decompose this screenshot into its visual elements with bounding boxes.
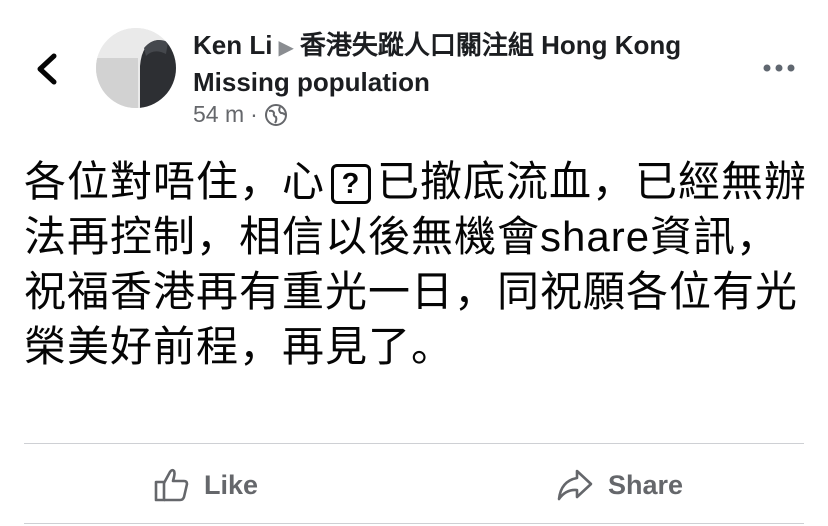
post-body: 各位對唔住，心? 已撤底流血，已經無辦法再控制，相信以後無機會share資訊，祝福… — [24, 154, 814, 374]
like-button[interactable]: Like — [154, 446, 258, 524]
more-options-button[interactable] — [760, 60, 800, 76]
post-meta: 54 m · — [193, 101, 288, 128]
play-arrow-icon: ▶ — [278, 37, 294, 59]
share-label: Share — [608, 469, 684, 500]
meta-separator: · — [250, 101, 258, 127]
more-dots-icon — [763, 64, 795, 72]
thumbs-up-icon — [154, 468, 189, 502]
divider-bottom — [24, 523, 804, 524]
back-button[interactable] — [30, 48, 70, 90]
share-arrow-icon — [557, 469, 593, 501]
post-time[interactable]: 54 m — [193, 101, 244, 128]
missing-glyph-box: ? — [331, 164, 372, 204]
avatar[interactable] — [96, 28, 176, 108]
author-name[interactable]: Ken Li — [193, 30, 272, 60]
share-button[interactable]: Share — [556, 446, 683, 524]
post-header: Ken Li ▶ 香港失蹤人口關注組 Hong Kong Missing popul… — [193, 28, 713, 99]
action-bar: Like Share — [24, 446, 804, 524]
globe-icon — [264, 103, 287, 126]
divider-top — [24, 443, 804, 444]
like-label: Like — [204, 469, 259, 500]
post-text-start: 各位對唔住，心 — [24, 158, 326, 205]
chevron-left-icon — [37, 53, 57, 85]
avatar-image — [96, 28, 176, 108]
